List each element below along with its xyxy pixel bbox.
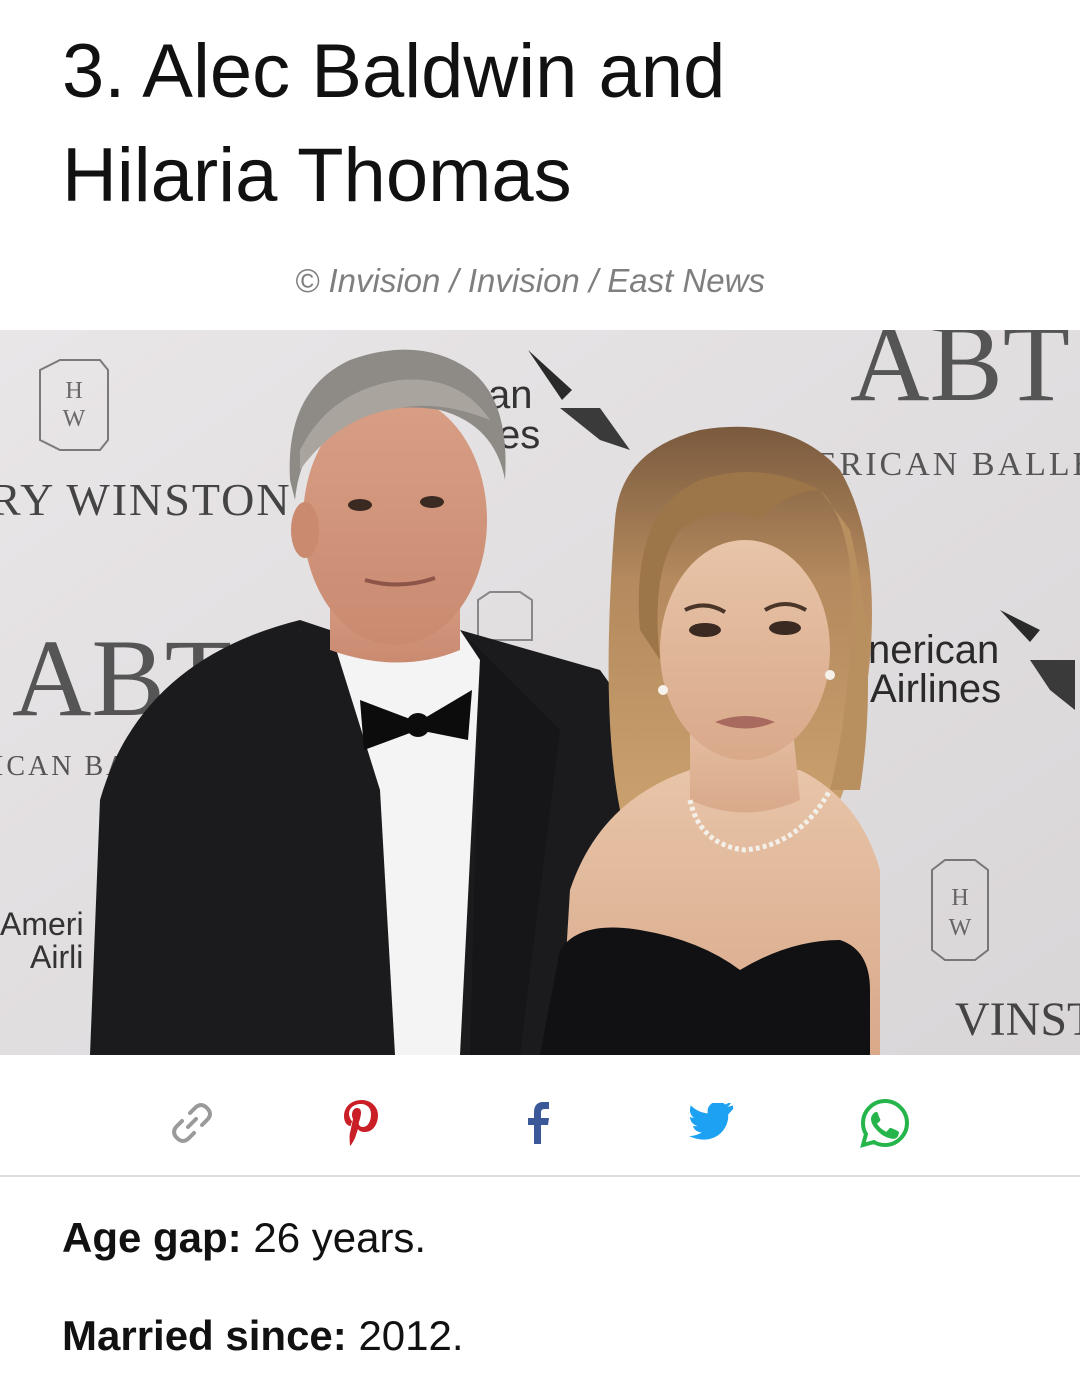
- share-bar: [0, 1080, 1080, 1180]
- svg-text:H: H: [65, 378, 82, 404]
- share-divider: [0, 1175, 1080, 1177]
- married-since-value: 2012.: [358, 1312, 464, 1359]
- married-since-label: Married since:: [62, 1312, 347, 1359]
- svg-text:W: W: [63, 406, 86, 432]
- age-gap-value: 26 years.: [253, 1214, 427, 1261]
- photo-illustration: H W RY WINSTON ABT ICAN BAL Ameri Airli …: [0, 330, 1080, 1055]
- share-whatsapp-button[interactable]: [850, 1088, 920, 1158]
- article-title: 3. Alec Baldwin and Hilaria Thomas: [62, 20, 1022, 228]
- link-icon: [172, 1103, 212, 1143]
- share-pinterest-button[interactable]: [327, 1088, 397, 1158]
- age-gap-label: Age gap:: [62, 1214, 242, 1261]
- twitter-icon: [689, 1103, 734, 1140]
- fact-age-gap: Age gap: 26 years.: [62, 1214, 426, 1262]
- share-facebook-button[interactable]: [503, 1088, 573, 1158]
- pinterest-icon: [344, 1100, 378, 1146]
- share-link-button[interactable]: [157, 1088, 227, 1158]
- article-photo: H W RY WINSTON ABT ICAN BAL Ameri Airli …: [0, 330, 1080, 1055]
- svg-text:W: W: [949, 915, 972, 941]
- svg-text:H: H: [951, 885, 968, 911]
- share-twitter-button[interactable]: [677, 1088, 747, 1158]
- title-line-1: 3. Alec Baldwin and: [62, 29, 726, 114]
- backdrop-winston-left: RY WINSTON: [0, 474, 292, 525]
- backdrop-american-right-2: Airlines: [870, 667, 1001, 711]
- facebook-icon: [528, 1102, 549, 1144]
- backdrop-american-left-1: Ameri: [0, 906, 84, 942]
- backdrop-american-left-2: Airli: [30, 939, 83, 975]
- backdrop-abt-top: ABT: [850, 330, 1070, 424]
- title-line-2: Hilaria Thomas: [62, 133, 572, 218]
- whatsapp-icon: [860, 1098, 910, 1148]
- photo-credit: © Invision / Invision / East News: [295, 262, 765, 299]
- fact-married-since: Married since: 2012.: [62, 1312, 464, 1360]
- backdrop-winston-right: VINST: [955, 993, 1080, 1046]
- backdrop-american-right-1: nerican: [868, 628, 999, 672]
